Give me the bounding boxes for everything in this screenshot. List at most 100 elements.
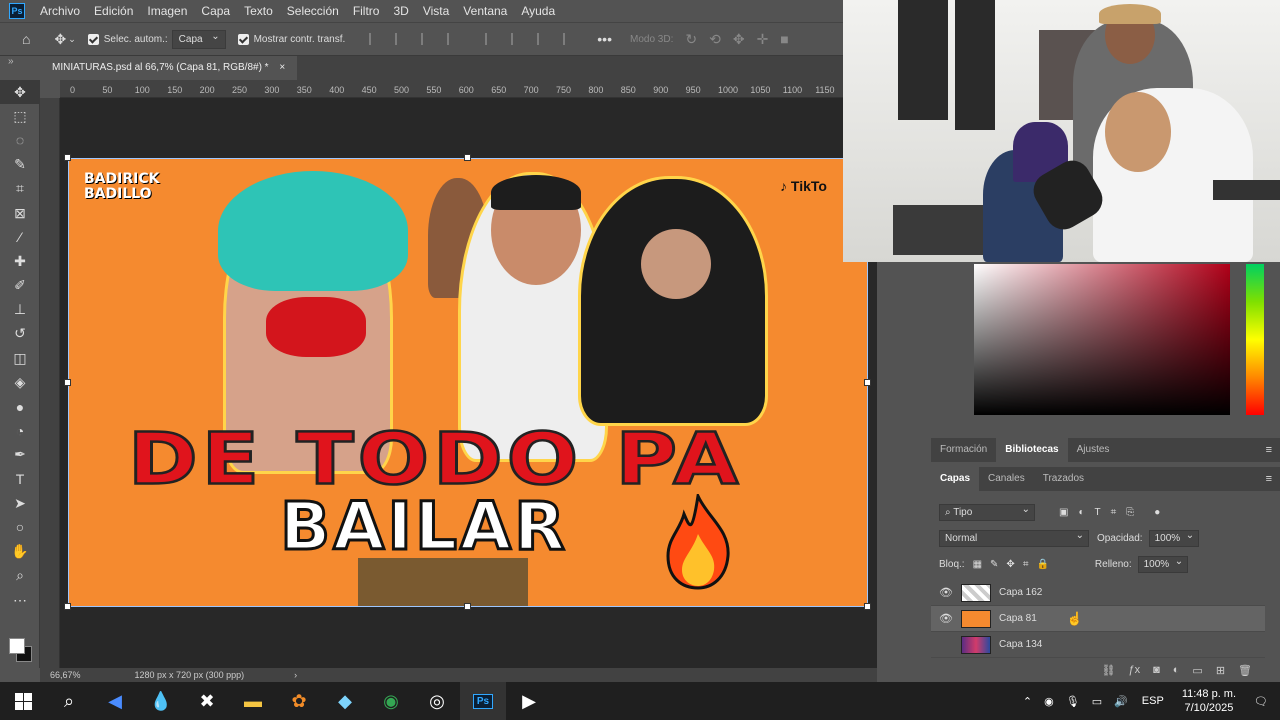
tab-canales[interactable]: Canales (979, 467, 1034, 491)
new-group-icon[interactable]: ▭ (1192, 664, 1202, 677)
lock-all-icon[interactable]: 🔒 (1036, 559, 1048, 570)
adjustment-layer-icon[interactable]: ◐ (1173, 664, 1180, 676)
app-icon-2[interactable]: 💧 (138, 682, 184, 720)
crop-tool-icon[interactable]: ⌗ (0, 177, 40, 201)
lock-pixels-icon[interactable]: ✎ (990, 559, 998, 570)
move-tool-icon[interactable]: ✥ (0, 80, 40, 105)
bucket-tool-icon[interactable]: ◈ (0, 370, 40, 394)
panel-menu-icon[interactable]: ≡ (1266, 444, 1272, 456)
eraser-tool-icon[interactable]: ◫ (0, 346, 40, 370)
smart-object-filter-icon[interactable]: ⎘ (1126, 507, 1134, 518)
zoom-tool-icon[interactable]: ⌕ (0, 564, 40, 588)
lock-position-icon[interactable]: ✥ (1006, 559, 1014, 570)
eye-icon[interactable]: 👁 (931, 612, 961, 625)
marquee-tool-icon[interactable]: ⬚ (0, 104, 40, 128)
menu-filtro[interactable]: Filtro (346, 0, 387, 22)
tab-ajustes[interactable]: Ajustes (1068, 438, 1119, 462)
pen-tool-icon[interactable]: ✒ (0, 443, 40, 467)
history-brush-tool-icon[interactable]: ↺ (0, 322, 40, 346)
app-icon-4[interactable]: ◆ (322, 682, 368, 720)
tab-bibliotecas[interactable]: Bibliotecas (996, 438, 1068, 462)
lasso-tool-icon[interactable]: ◌ (0, 128, 40, 152)
tab-capas[interactable]: Capas (931, 467, 980, 491)
app-icon-1[interactable]: ◀ (92, 682, 138, 720)
transform-handle[interactable] (864, 379, 871, 386)
transform-handle[interactable] (64, 603, 71, 610)
align-bottom-icon[interactable] (537, 33, 551, 45)
frame-tool-icon[interactable]: ⊠ (0, 201, 40, 225)
layer-row[interactable]: 👁 Capa 162 (931, 580, 1265, 606)
mask-icon[interactable]: ◙ (1153, 664, 1160, 676)
eyedropper-tool-icon[interactable]: ⁄ (0, 225, 40, 249)
adjustment-filter-icon[interactable]: ◐ (1078, 507, 1084, 518)
tab-formacion[interactable]: Formación (931, 438, 996, 462)
transform-handle[interactable] (64, 154, 71, 161)
align-top-icon[interactable] (485, 33, 499, 45)
image-filter-icon[interactable]: ▣ (1059, 507, 1068, 518)
volume-icon[interactable]: 🔊 (1114, 695, 1128, 708)
filter-toggle-icon[interactable]: ● (1154, 507, 1160, 518)
auto-select-option[interactable]: Selec. autom.: Capa (87, 29, 226, 49)
align-left-icon[interactable] (369, 33, 383, 45)
type-filter-icon[interactable]: T (1095, 507, 1101, 518)
shape-filter-icon[interactable]: ⌗ (1111, 507, 1117, 518)
network-icon[interactable]: ▭ (1092, 695, 1102, 708)
distribute-vertical-icon[interactable] (563, 33, 577, 45)
menu-vista[interactable]: Vista (416, 0, 456, 22)
lock-transparent-icon[interactable]: ▦ (973, 559, 982, 570)
panel-menu-icon[interactable]: ≡ (1266, 473, 1272, 485)
auto-select-checkbox[interactable] (87, 33, 99, 45)
record-icon[interactable]: ◉ (1044, 695, 1054, 708)
menu-archivo[interactable]: Archivo (33, 0, 87, 22)
eye-icon[interactable]: 👁 (931, 586, 961, 599)
tab-trazados[interactable]: Trazados (1034, 467, 1093, 491)
opacity-input[interactable]: 100% (1148, 529, 1200, 547)
more-tools-icon[interactable]: ⋯ (0, 588, 40, 612)
color-picker-field[interactable] (974, 264, 1230, 415)
fl-studio-icon[interactable]: ✿ (276, 682, 322, 720)
quick-select-tool-icon[interactable]: ✎ (0, 153, 40, 177)
thumbnail-canvas[interactable]: BADIRICK BADILLO ♪ TikTo DE TODO PA BAIL… (68, 158, 868, 607)
more-icon[interactable]: ••• (597, 31, 612, 47)
hue-slider[interactable] (1246, 264, 1264, 415)
media-player-icon[interactable]: ▶ (506, 682, 552, 720)
menu-seleccion[interactable]: Selección (280, 0, 346, 22)
layer-name[interactable]: Capa 134 (999, 639, 1042, 650)
menu-edicion[interactable]: Edición (87, 0, 140, 22)
app-icon-5[interactable]: ◎ (414, 682, 460, 720)
camera-3d-icon[interactable]: ■ (780, 31, 788, 47)
app-icon-3[interactable]: ✖ (184, 682, 230, 720)
clock[interactable]: 11:48 p. m. 7/10/2025 (1182, 687, 1236, 715)
trash-icon[interactable]: 🗑 (1238, 664, 1252, 677)
home-icon[interactable]: ⌂ (22, 31, 30, 47)
language-indicator[interactable]: ESP (1142, 695, 1164, 707)
document-tab[interactable]: MINIATURAS.psd al 66,7% (Capa 81, RGB/8#… (40, 56, 298, 80)
stamp-tool-icon[interactable]: ⊥ (0, 298, 40, 322)
foreground-color-swatch[interactable] (9, 638, 25, 654)
roll-3d-icon[interactable]: ⟲ (709, 31, 721, 48)
layer-name[interactable]: Capa 81 (999, 613, 1037, 624)
layer-row-selected[interactable]: 👁 Capa 81 ☝ (931, 606, 1265, 632)
chevron-up-icon[interactable]: ⌃ (1023, 695, 1032, 708)
search-icon[interactable]: ⌕ (46, 682, 92, 720)
menu-texto[interactable]: Texto (237, 0, 280, 22)
notifications-icon[interactable]: 🗨 (1254, 695, 1268, 708)
align-right-icon[interactable] (421, 33, 435, 45)
align-center-icon[interactable] (395, 33, 409, 45)
fx-icon[interactable]: ƒx (1128, 664, 1140, 676)
slide-3d-icon[interactable]: ✛ (757, 31, 769, 48)
transform-handle[interactable] (64, 379, 71, 386)
close-icon[interactable]: × (279, 62, 285, 73)
layer-row[interactable]: Capa 134 (931, 632, 1265, 658)
link-layers-icon[interactable]: ⛓ (1102, 664, 1116, 677)
transform-handle[interactable] (464, 603, 471, 610)
layer-name[interactable]: Capa 162 (999, 587, 1042, 598)
photoshop-logo-icon[interactable]: Ps (9, 3, 25, 19)
transform-handle[interactable] (864, 603, 871, 610)
menu-3d[interactable]: 3D (386, 0, 415, 22)
distribute-icon[interactable] (447, 33, 461, 45)
align-middle-icon[interactable] (511, 33, 525, 45)
file-explorer-icon[interactable]: ▬ (230, 682, 276, 720)
menu-ventana[interactable]: Ventana (456, 0, 514, 22)
zoom-level[interactable]: 66,67% (50, 670, 81, 680)
